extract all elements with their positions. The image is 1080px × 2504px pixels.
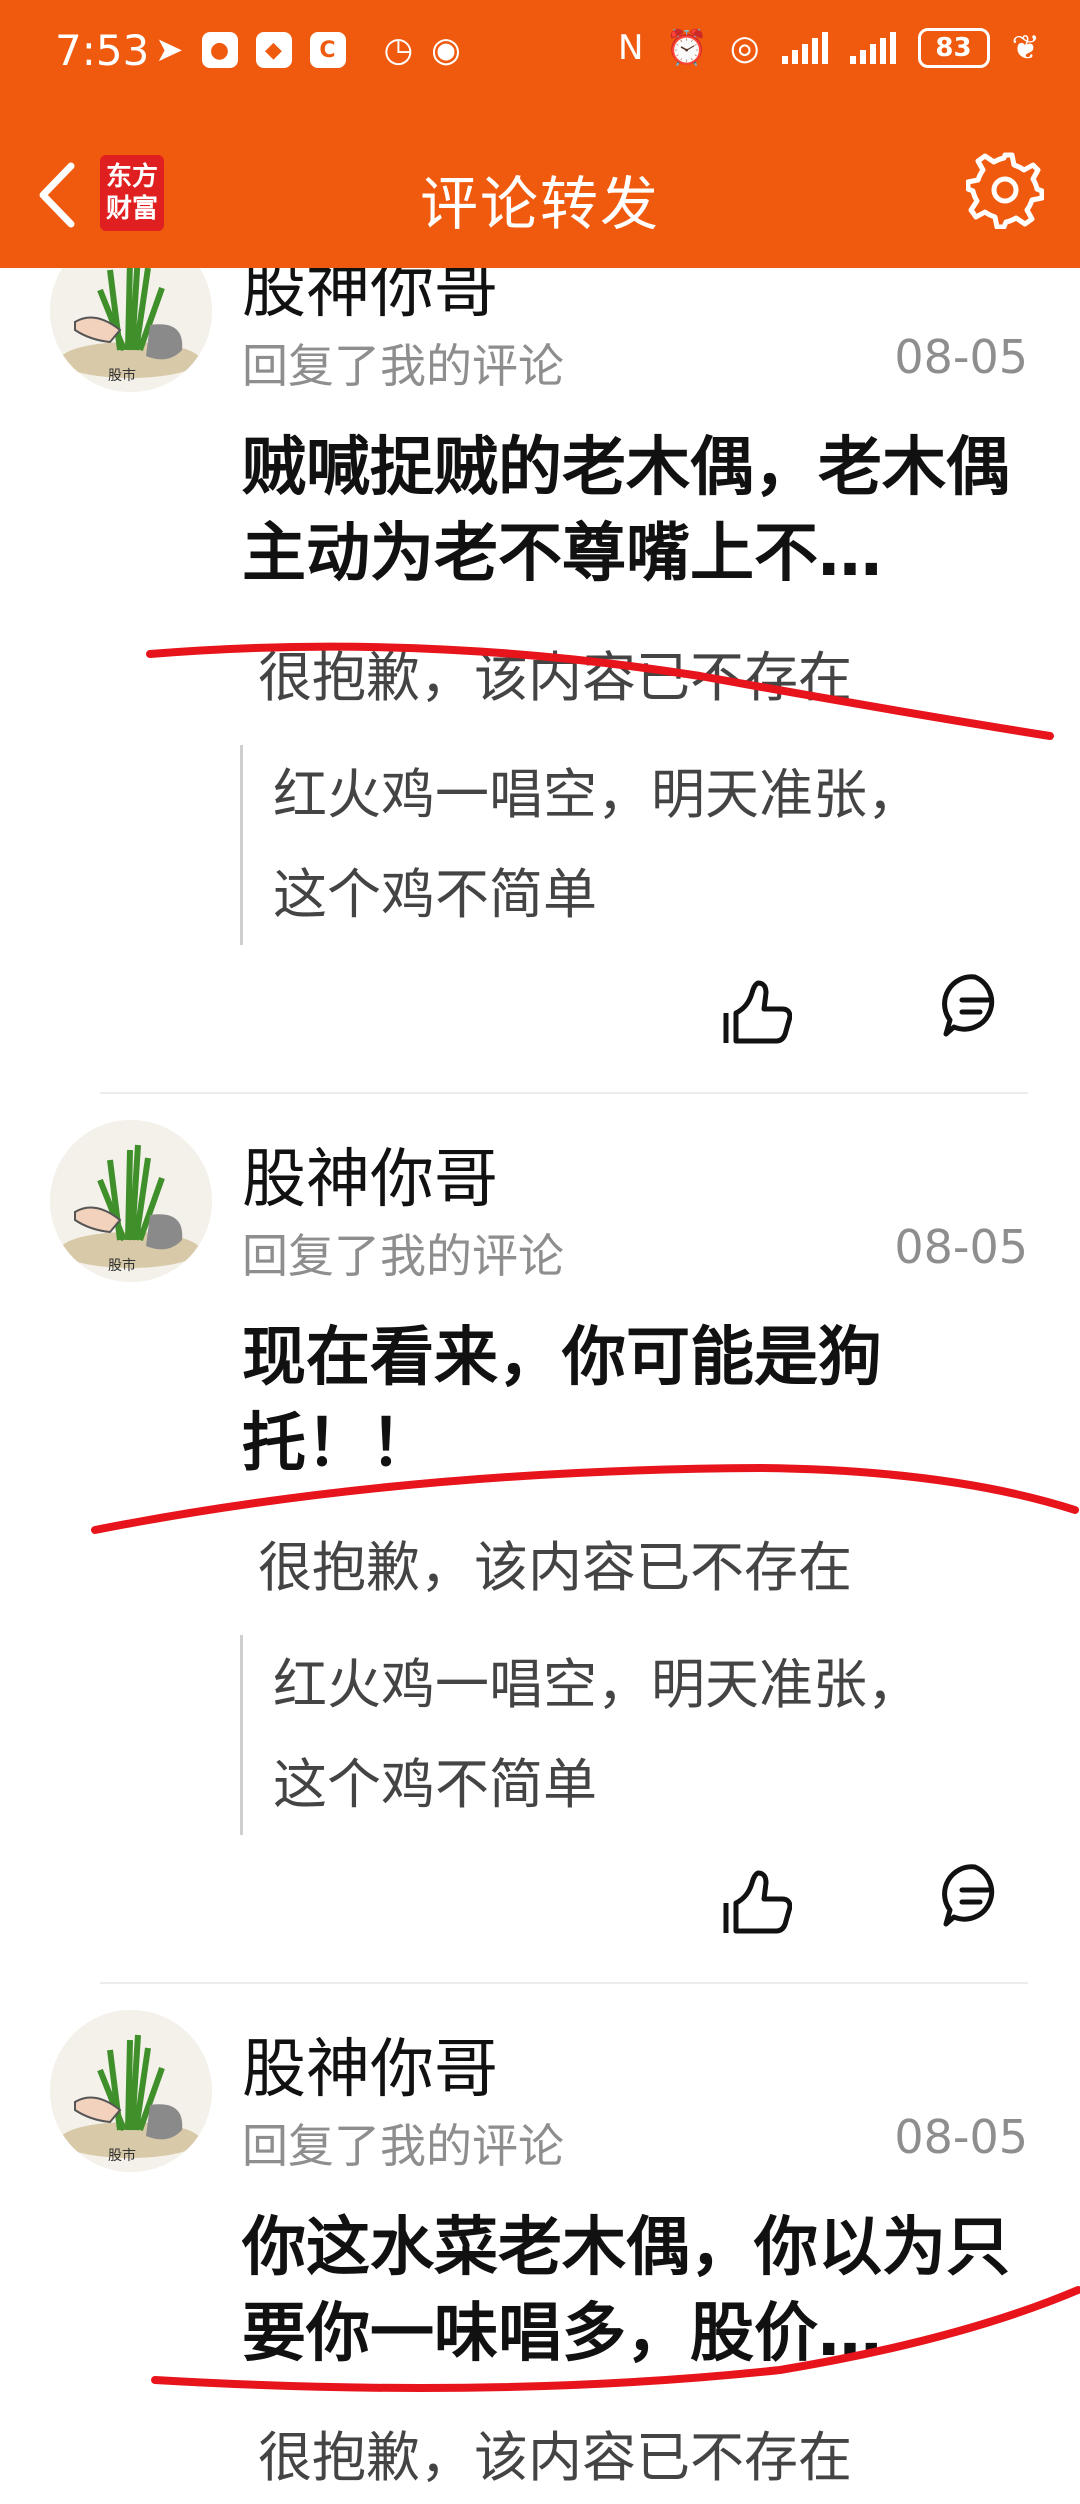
thumbs-up-icon [723,980,792,1044]
signal-icon [849,32,896,64]
app-notification-icon: ● [201,32,238,68]
removed-notice: 很抱歉，该内容已不存在 [258,1536,852,1599]
svg-text:股市: 股市 [108,2147,136,2164]
grass-knife-avatar-image: 股市 [50,1120,212,1282]
card-divider [100,1092,1028,1094]
comment-bubble-icon [942,974,995,1037]
eye-icon: ◉ [431,30,461,70]
username[interactable]: 股神你哥 [242,2018,498,2110]
leaf-icon: ❦ [1011,28,1041,68]
like-button[interactable] [716,973,796,1053]
svg-text:股市: 股市 [108,1257,136,1274]
settings-button[interactable] [960,145,1050,235]
hotspot-icon: ◎ [729,28,760,68]
quoted-comment[interactable]: 红火鸡一唱空，明天准张，这个鸡不简单 [240,1635,973,1835]
app-top-bar: 7:53 ➤ ● ◆ C ◷ ◉ N ⏰ ◎ 83 ❦ 东方 财富 评论转发 [0,0,1080,268]
removed-notice: 很抱歉，该内容已不存在 [258,646,852,709]
status-bar: 7:53 ➤ ● ◆ C ◷ ◉ N ⏰ ◎ 83 ❦ [0,0,1080,105]
page-title: 评论转发 [419,170,660,238]
system-status-icons: N ⏰ ◎ 83 ❦ [618,28,1040,68]
reply-subtitle: 回复了我的评论 [242,1229,564,1283]
svg-text:股市: 股市 [108,367,136,384]
reply-subtitle: 回复了我的评论 [242,339,564,393]
status-time: 7:53 [55,26,150,75]
username[interactable]: 股神你哥 [242,1128,498,1220]
comment-date: 08-05 [894,1220,1028,1274]
reply-button[interactable] [935,1855,1015,1935]
app-notification-icon: ◆ [255,32,292,68]
reply-button[interactable] [935,965,1015,1045]
grass-knife-avatar-image: 股市 [50,2010,212,2172]
removed-notice: 很抱歉，该内容已不存在 [258,2426,852,2489]
gear-icon [966,152,1044,229]
notification-icons: ➤ ● ◆ C ◷ ◉ [155,30,461,70]
avatar[interactable]: 股市 [50,1120,212,1282]
thumbs-up-icon [723,1870,792,1934]
send-icon: ➤ [155,30,184,70]
comment-bubble-icon [942,1864,995,1927]
app-notification-icon: C [309,32,346,68]
comment-feed[interactable]: 股市 股神你哥 回复了我的评论 08-05 贼喊捉贼的老木偶，老木偶主动为老不尊… [0,0,1080,2504]
card-divider [100,1982,1028,1984]
avatar[interactable]: 股市 [50,2010,212,2172]
quoted-comment[interactable]: 红火鸡一唱空，明天准张，这个鸡不简单 [240,745,973,945]
reply-subtitle: 回复了我的评论 [242,2119,564,2173]
like-button[interactable] [716,1863,796,1943]
comment-content[interactable]: 现在看来，你可能是狗托！！ [242,1315,962,1487]
battery-indicator: 83 [917,28,990,68]
nfc-icon: N [618,28,644,68]
signal-icon [781,32,828,64]
comment-content[interactable]: 你这水菜老木偶，你以为只要你一味唱多，股价… [242,2205,1032,2377]
comment-content[interactable]: 贼喊捉贼的老木偶，老木偶主动为老不尊嘴上不… [242,425,1032,597]
comment-date: 08-05 [894,2110,1028,2164]
alarm-icon: ⏰ [665,28,708,68]
comment-date: 08-05 [894,330,1028,384]
page-header: 东方 财富 评论转发 [0,105,1080,268]
timer-icon: ◷ [383,30,414,70]
